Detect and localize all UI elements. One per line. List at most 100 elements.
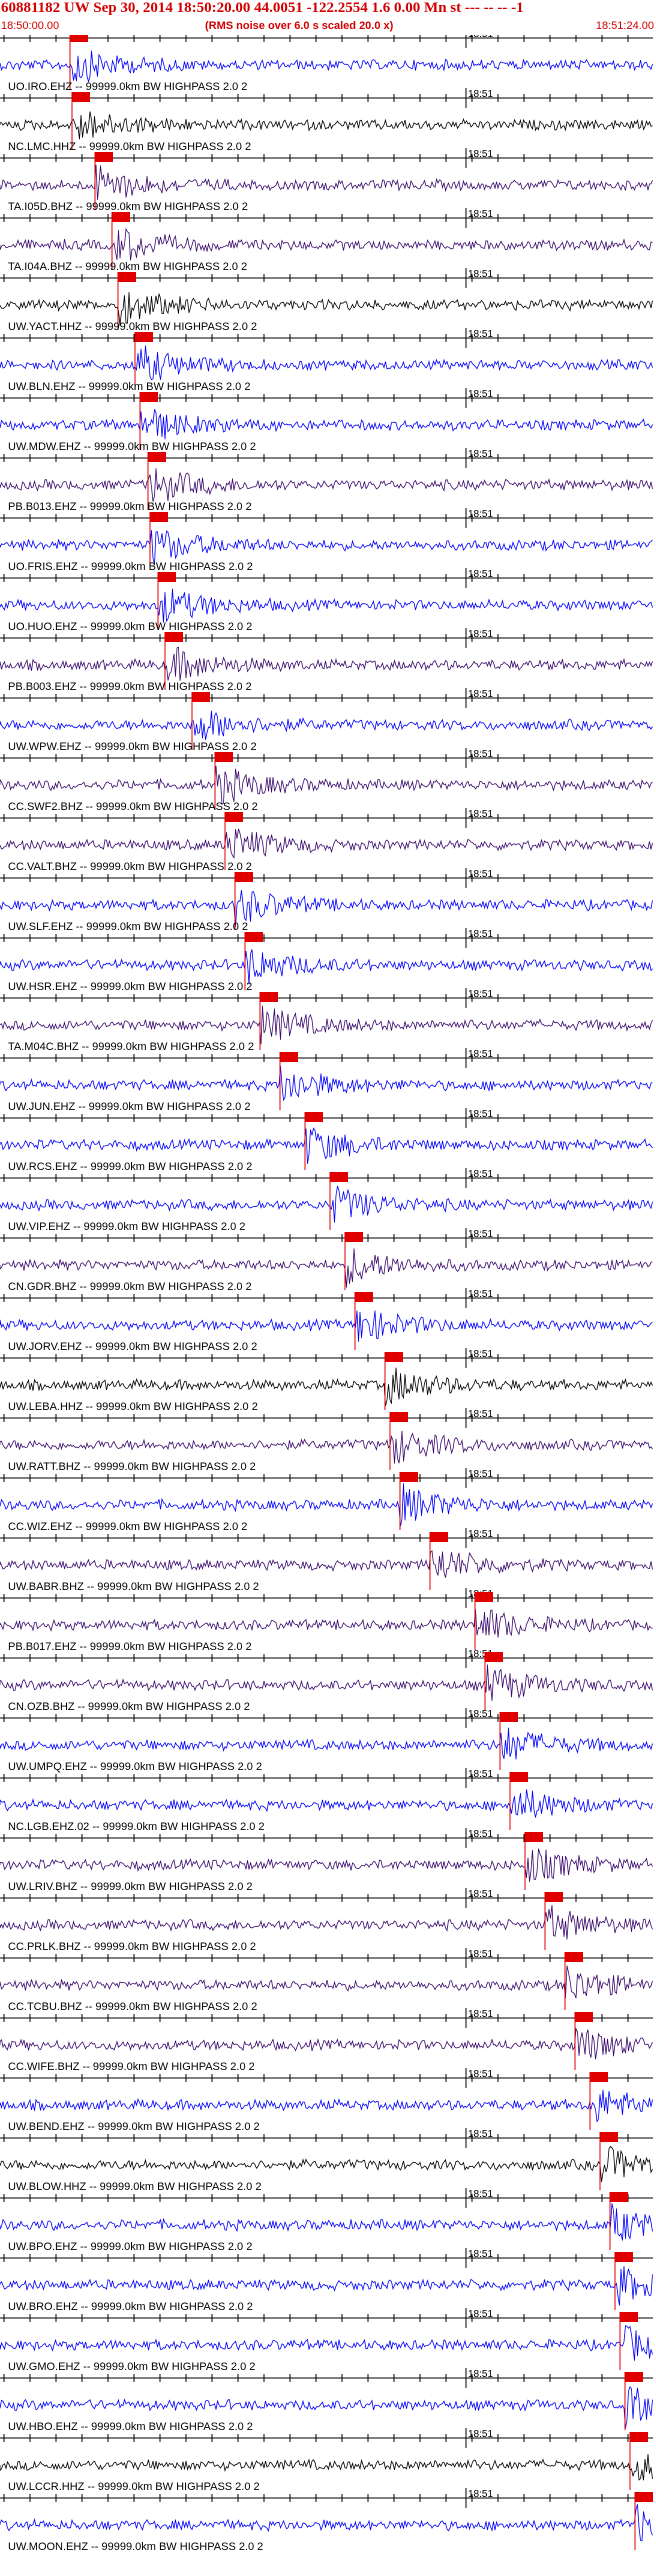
pick-flag — [150, 512, 168, 522]
pick-flag — [615, 2252, 633, 2262]
minute-mark-label: 18:51 — [468, 2069, 493, 2080]
start-time: 18:50:00.00 — [1, 20, 60, 32]
trace-row: 18:51 CC.SWF2.BHZ -- 99999.0km BW HIGHPAS… — [0, 748, 653, 813]
waveform — [0, 1005, 653, 1045]
scaling-note: (RMS noise over 6.0 s scaled 20.0 x) — [205, 20, 394, 32]
trace-row: 18:51 UW.GMO.EHZ -- 99999.0km BW HIGHPASS… — [0, 2308, 653, 2373]
trace-row: 18:51 UW.YACT.HHZ -- 99999.0km BW HIGHPAS… — [0, 268, 653, 333]
pick-flag — [148, 452, 166, 462]
minute-mark-label: 18:51 — [468, 1169, 493, 1180]
trace-row: 18:51PB.B017.EHZ -- 99999.0km BW HIGHPAS… — [0, 1588, 653, 1653]
seismogram-canvas: 18:51 UO.IRO.EHZ -- 99999.0km BW HIGHPASS… — [0, 35, 653, 2553]
pick-flag — [72, 92, 90, 102]
trace-row: 18:51 UW.LRIV.BHZ -- 99999.0km BW HIGHPAS… — [0, 1828, 653, 1893]
pick-flag — [600, 2132, 618, 2142]
pick-flag — [305, 1112, 323, 1122]
trace-label: NC.LGB.EHZ.02 -- 99999.0km BW HIGHPASS 2… — [8, 1821, 265, 1833]
trace-label: UW.BRO.EHZ -- 99999.0km BW HIGHPASS 2.0 … — [8, 2301, 253, 2313]
minute-mark-label: 18:51 — [468, 629, 493, 640]
pick-flag — [500, 1712, 518, 1722]
trace-row: 18:51 UW.HBO.EHZ -- 99999.0km BW HIGHPASS… — [0, 2368, 653, 2433]
trace-label: UW.BEND.EHZ -- 99999.0km BW HIGHPASS 2.0… — [8, 2121, 260, 2133]
minute-mark-label: 18:51 — [468, 749, 493, 760]
minute-mark-label: 18:51 — [468, 2129, 493, 2140]
waveform — [0, 2089, 653, 2123]
trace-row: 18:51 NC.LMC.HHZ -- 99999.0km BW HIGHPASS… — [0, 88, 653, 153]
waveform — [0, 1066, 653, 1102]
minute-mark-label: 18:51 — [468, 209, 493, 220]
pick-flag — [280, 1052, 298, 1062]
pick-flag — [95, 152, 113, 162]
waveform — [0, 530, 653, 565]
minute-mark-label: 18:51 — [468, 449, 493, 460]
pick-flag — [245, 932, 263, 942]
pick-flag — [565, 1952, 583, 1962]
trace-label: CC.VALT.BHZ -- 99999.0km BW HIGHPASS 2.0… — [8, 861, 252, 873]
minute-mark-label: 18:51 — [468, 389, 493, 400]
trace-label: UW.WPW.EHZ -- 99999.0km BW HIGHPASS 2.0 … — [8, 741, 257, 753]
minute-mark-label: 18:51 — [468, 2249, 493, 2260]
trace-label: PB.B013.EHZ -- 99999.0km BW HIGHPASS 2.0… — [8, 501, 252, 513]
trace-row: 18:51 UW.BPO.EHZ -- 99999.0km BW HIGHPASS… — [0, 2188, 653, 2253]
minute-mark-label: 18:51 — [468, 89, 493, 100]
waveform — [0, 1664, 653, 1701]
trace-label: TA.M04C.BHZ -- 99999.0km BW HIGHPASS 2.0… — [8, 1041, 254, 1053]
trace-label: UW.LCCR.HHZ -- 99999.0km BW HIGHPASS 2.0… — [8, 2481, 260, 2493]
pick-flag — [625, 2372, 643, 2382]
minute-mark-label: 18:51 — [468, 1409, 493, 1420]
trace-label: TA.I04A.BHZ -- 99999.0km BW HIGHPASS 2.0… — [8, 261, 247, 273]
pick-flag — [345, 1232, 363, 1242]
minute-mark-label: 18:51 — [468, 1049, 493, 1060]
trace-row: 18:51 UW.HSR.EHZ -- 99999.0km BW HIGHPASS… — [0, 928, 653, 993]
waveform — [0, 1549, 653, 1578]
trace-row: 18:51 UW.JUN.EHZ -- 99999.0km BW HIGHPASS… — [0, 1048, 653, 1113]
trace-row: 18:51 UW.LEBA.HHZ -- 99999.0km BW HIGHPAS… — [0, 1348, 653, 1413]
trace-row: 18:51 UO.IRO.EHZ -- 99999.0km BW HIGHPASS… — [0, 35, 653, 93]
trace-label: TA.I05D.BHZ -- 99999.0km BW HIGHPASS 2.0… — [8, 201, 248, 213]
trace-row: 18:51 CC.VALT.BHZ -- 99999.0km BW HIGHPAS… — [0, 808, 653, 873]
minute-mark-label: 18:51 — [468, 1289, 493, 1300]
pick-flag — [330, 1172, 348, 1182]
trace-label: UW.HBO.EHZ -- 99999.0km BW HIGHPASS 2.0 … — [8, 2421, 253, 2433]
pick-flag — [158, 572, 176, 582]
pick-flag — [475, 1592, 493, 1602]
record-header: 60881182 UW Sep 30, 2014 18:50:20.00 44.… — [0, 0, 656, 36]
trace-label: PB.B003.EHZ -- 99999.0km BW HIGHPASS 2.0… — [8, 681, 252, 693]
pick-flag — [70, 35, 88, 42]
trace-row: 18:51 UW.BEND.EHZ -- 99999.0km BW HIGHPAS… — [0, 2068, 653, 2133]
trace-label: UO.HUO.EHZ -- 99999.0km BW HIGHPASS 2.0 … — [8, 621, 252, 633]
pick-flag — [112, 212, 130, 222]
trace-label: UW.UMPQ.EHZ -- 99999.0km BW HIGHPASS 2.0… — [8, 1761, 262, 1773]
pick-flag — [485, 1652, 503, 1662]
pick-flag — [400, 1472, 418, 1482]
waveform — [0, 468, 653, 502]
trace-row: 18:51 CC.TCBU.BHZ -- 99999.0km BW HIGHPAS… — [0, 1948, 653, 2013]
minute-mark-label: 18:51 — [468, 2429, 493, 2440]
trace-label: UW.HSR.EHZ -- 99999.0km BW HIGHPASS 2.0 … — [8, 981, 252, 993]
minute-mark-label: 18:51 — [468, 1229, 493, 1240]
minute-mark-label: 18:51 — [468, 1109, 493, 1120]
minute-mark-label: 18:51 — [468, 569, 493, 580]
waveform — [0, 1965, 653, 1999]
pick-flag — [545, 1892, 563, 1902]
minute-mark-label: 18:51 — [468, 1529, 493, 1540]
pick-flag — [575, 2012, 593, 2022]
pick-flag — [620, 2312, 638, 2322]
waveform — [0, 2145, 653, 2183]
trace-label: CC.TCBU.BHZ -- 99999.0km BW HIGHPASS 2.0… — [8, 2001, 257, 2013]
waveform — [0, 409, 653, 440]
pick-flag — [215, 752, 233, 762]
trace-row: 18:51 UW.MOON.EHZ -- 99999.0km BW HIGHPAS… — [0, 2488, 653, 2553]
trace-label: UW.MOON.EHZ -- 99999.0km BW HIGHPASS 2.0… — [8, 2541, 263, 2553]
trace-row: 18:51 TA.I05D.BHZ -- 99999.0km BW HIGHPAS… — [0, 148, 653, 213]
trace-row: 18:51 PB.B003.EHZ -- 99999.0km BW HIGHPAS… — [0, 628, 653, 693]
waveform — [0, 1430, 653, 1464]
trace-row: 18:51 UW.UMPQ.EHZ -- 99999.0km BW HIGHPAS… — [0, 1708, 653, 1773]
minute-mark-label: 18:51 — [468, 1469, 493, 1480]
minute-mark-label: 18:51 — [468, 329, 493, 340]
pick-flag — [635, 2492, 653, 2502]
trace-row: 18:51 UW.BLN.EHZ -- 99999.0km BW HIGHPASS… — [0, 328, 653, 393]
waveform — [0, 345, 653, 381]
pick-flag — [390, 1412, 408, 1422]
pick-flag — [510, 1772, 528, 1782]
